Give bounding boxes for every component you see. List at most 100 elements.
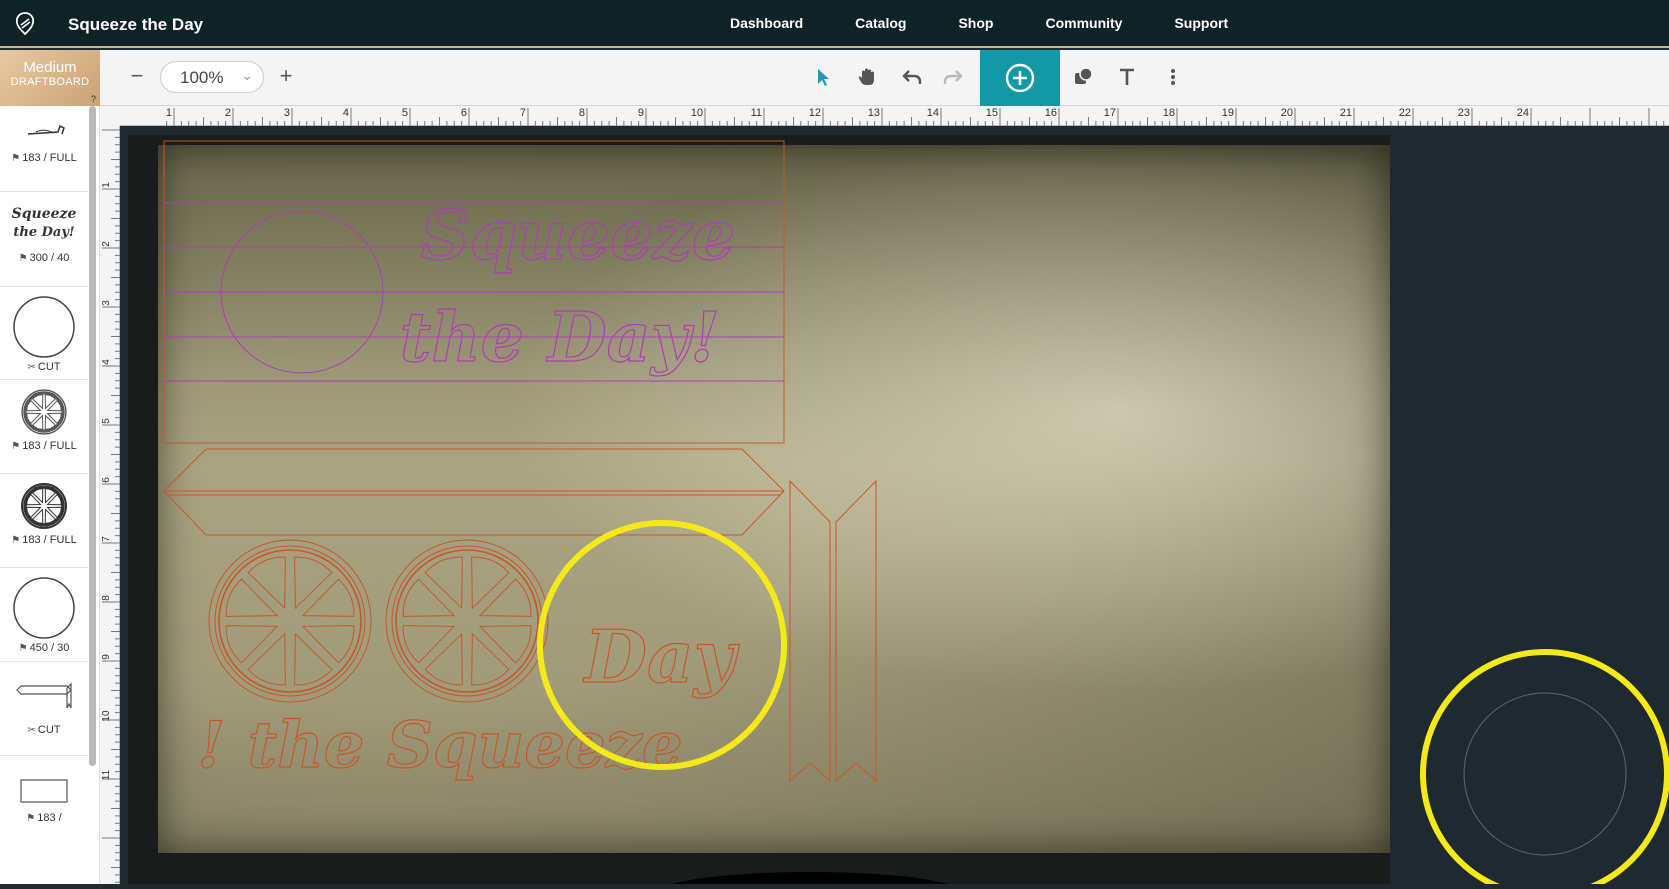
sidebar-scrollbar[interactable] [89, 106, 96, 766]
ruler-top-label: 9 [638, 107, 644, 119]
zoom-value: 100% [180, 68, 224, 87]
ruler-top-label: 3 [284, 107, 290, 119]
zoom-out-button[interactable]: − [126, 64, 148, 90]
ruler-top: 1 2 3 4 5 6 7 8 9 10 11 12 13 14 15 16 17 18 19 20 21 22 23 24 [120, 106, 1669, 126]
ruler-top-label: 23 [1458, 107, 1470, 119]
redo-icon[interactable] [940, 64, 966, 90]
ruler-top-label: 15 [986, 107, 998, 119]
engrave-icon: ⚑ [11, 535, 21, 546]
part-thumbnail [16, 682, 72, 709]
ruler-top-label: 1 [166, 107, 172, 119]
part-item[interactable]: ⚑ 183 / [0, 756, 88, 836]
day-cut-text[interactable]: Day [582, 613, 740, 699]
engrave-icon: ⚑ [18, 643, 28, 654]
the-day-text[interactable]: the Day! [399, 297, 720, 378]
cut-icon: ✂ [27, 725, 36, 736]
ruler-top-label: 10 [691, 107, 703, 119]
ruler-top-label: 2 [225, 107, 231, 119]
add-artwork-button[interactable] [980, 50, 1060, 106]
squeeze-text[interactable]: Squeeze [420, 195, 736, 276]
part-thumbnail [20, 779, 68, 803]
ruler-top-label: 4 [343, 107, 349, 119]
material-help-icon[interactable]: ? [91, 94, 96, 104]
material-name: DRAFTBOARD [10, 76, 90, 88]
engrave-icon: ⚑ [11, 153, 21, 164]
ribbon-right[interactable] [835, 479, 877, 783]
ruler-top-label: 21 [1340, 107, 1352, 119]
ruler-top-label: 16 [1045, 107, 1057, 119]
part-item[interactable]: ⚑ 183 / FULL [0, 380, 88, 474]
design-title[interactable]: Squeeze the Day [68, 15, 203, 35]
ruler-left-label: 1 [101, 182, 112, 188]
ruler-top-label: 20 [1281, 107, 1293, 119]
part-thumbnail: Squeeze the Day! [12, 206, 77, 240]
nav-shop[interactable]: Shop [958, 15, 993, 31]
main-nav: Dashboard Catalog Shop Community Support [730, 15, 1280, 31]
part-item[interactable]: Squeeze the Day! ⚑ 300 / 40 [0, 192, 88, 287]
text-icon[interactable] [1114, 64, 1140, 90]
ruler-left-label: 7 [101, 536, 112, 542]
zoom-select[interactable]: 100% ⌄ [160, 61, 264, 93]
add-icon [1005, 63, 1035, 93]
ruler-top-label: 12 [809, 107, 821, 119]
ruler-top-label: 11 [751, 107, 762, 119]
ruler-left-label: 8 [101, 595, 112, 601]
lemon-slice-left[interactable] [208, 539, 372, 703]
nav-catalog[interactable]: Catalog [855, 15, 906, 31]
part-thumbnail [13, 577, 75, 639]
pan-hand-icon[interactable] [854, 64, 880, 90]
engrave-icon: ⚑ [11, 441, 21, 452]
part-settings: 300 / 40 [29, 252, 70, 264]
ruler-left-ticks: 1 2 3 4 5 6 7 8 9 10 11 [101, 129, 120, 883]
part-item[interactable]: ✂ CUT [0, 662, 88, 756]
material-badge[interactable]: Medium DRAFTBOARD ? [0, 50, 100, 106]
part-settings: 183 / FULL [22, 534, 77, 546]
ruler-left-label: 10 [101, 710, 112, 722]
engrave-icon: ⚑ [26, 813, 36, 824]
part-settings: 183 / FULL [22, 152, 77, 164]
glowforge-logo-icon[interactable] [12, 10, 38, 36]
ruler-top-label: 7 [520, 107, 526, 119]
part-thumbnail [13, 296, 75, 358]
part-thumbnail [27, 124, 65, 135]
shapes-icon[interactable] [1070, 64, 1096, 90]
nav-dashboard[interactable]: Dashboard [730, 15, 803, 31]
select-arrow-icon[interactable] [810, 64, 836, 90]
part-item[interactable]: ⚑ 450 / 30 [0, 568, 88, 662]
ruler-top-label: 8 [579, 107, 585, 119]
ruler-left-label: 4 [101, 359, 112, 365]
ruler-top-label: 13 [868, 107, 880, 119]
material-thickness: Medium [23, 59, 77, 76]
zoom-in-button[interactable]: + [275, 64, 297, 90]
ruler-left-label: 9 [101, 654, 112, 660]
lemon-slice-right[interactable] [385, 539, 549, 703]
ribbon-left[interactable] [789, 479, 831, 783]
more-icon[interactable] [1160, 64, 1186, 90]
ruler-corner [100, 106, 120, 126]
ruler-top-label: 24 [1517, 107, 1529, 119]
ruler-top-label: 22 [1399, 107, 1411, 119]
ruler-top-ticks: 1 2 3 4 5 6 7 8 9 10 11 12 13 14 15 16 17 18 19 20 21 22 23 24 [166, 107, 1665, 126]
part-item[interactable]: ⚑ 183 / FULL [0, 106, 88, 192]
nav-community[interactable]: Community [1045, 15, 1122, 31]
ruler-top-label: 19 [1222, 107, 1234, 119]
part-settings: 183 / [37, 812, 62, 824]
chevron-down-icon: ⌄ [241, 67, 253, 83]
nav-support[interactable]: Support [1174, 15, 1228, 31]
part-item[interactable]: ✂ CUT [0, 287, 88, 380]
ruler-top-label: 14 [927, 107, 939, 119]
ruler-left-label: 5 [101, 418, 112, 424]
undo-icon[interactable] [899, 64, 925, 90]
part-settings: 183 / FULL [22, 440, 77, 452]
offboard-circle-part[interactable] [1418, 647, 1669, 884]
part-item[interactable]: ⚑ 183 / FULL [0, 474, 88, 568]
part-thumbnail [21, 483, 67, 529]
ruler-top-label: 18 [1163, 107, 1175, 119]
design-canvas[interactable]: Squeeze the Day! Day ! the Squeeze [120, 127, 1669, 884]
ruler-top-label: 6 [461, 107, 467, 119]
the-squeeze-cut-text[interactable]: ! the Squeeze [197, 707, 684, 783]
banner-outline[interactable] [163, 448, 785, 536]
part-settings: CUT [37, 724, 61, 736]
svg-text:the Day!: the Day! [13, 225, 74, 240]
ruler-top-label: 17 [1104, 107, 1116, 119]
